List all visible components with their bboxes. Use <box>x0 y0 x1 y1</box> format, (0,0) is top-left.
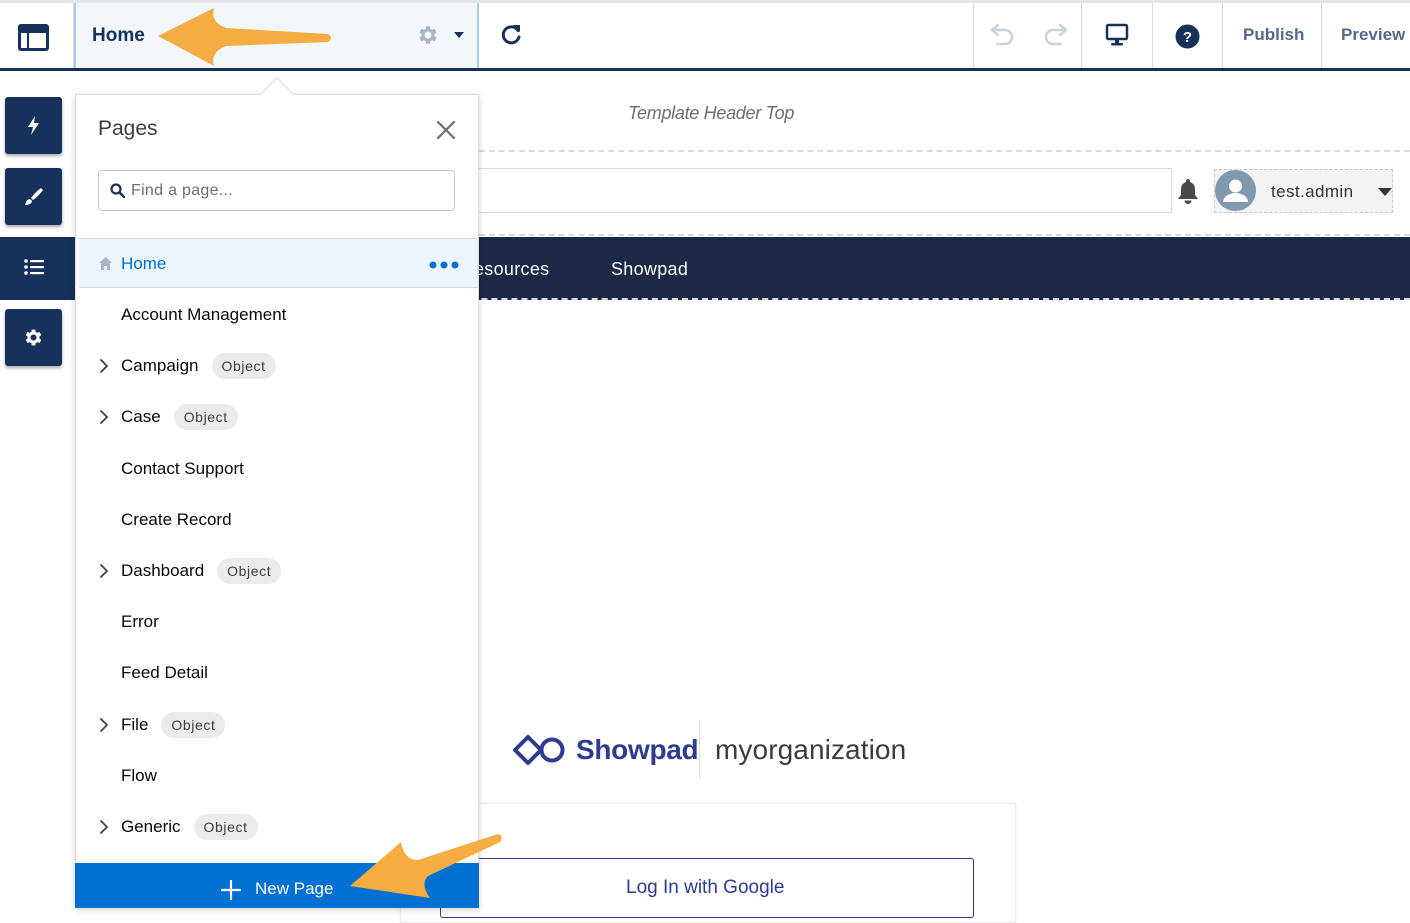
pages-panel-title: Pages <box>98 117 158 140</box>
chevron-right-icon[interactable] <box>99 410 109 424</box>
template-header-top-region[interactable] <box>479 75 1410 152</box>
toolbar-divider <box>1152 3 1153 68</box>
object-badge: Object <box>193 814 258 840</box>
page-label: Create Record <box>121 510 232 529</box>
settings-gear-icon <box>25 329 42 346</box>
desktop-device-icon[interactable] <box>1104 22 1130 48</box>
page-label: Case <box>121 407 161 426</box>
find-page-input[interactable] <box>131 178 441 204</box>
showpad-logo-icon <box>513 735 565 765</box>
toolbar-divider <box>1222 3 1223 68</box>
publish-button[interactable]: Publish <box>1243 25 1304 45</box>
rail-pages-button[interactable] <box>0 238 75 300</box>
page-switcher-button[interactable]: Home <box>74 3 479 68</box>
page-settings-gear-icon[interactable] <box>416 23 440 47</box>
search-icon <box>110 183 125 198</box>
chevron-right-icon[interactable] <box>99 564 109 578</box>
template-header-top-label: Template Header Top <box>628 103 795 123</box>
showpad-brand-name: Showpad <box>576 734 699 765</box>
undo-icon[interactable] <box>988 22 1016 48</box>
page-label: Dashboard <box>121 561 205 580</box>
page-label: Account Management <box>121 305 287 324</box>
paintbrush-icon <box>25 188 43 205</box>
plus-icon <box>221 880 241 900</box>
chevron-right-icon[interactable] <box>99 718 109 732</box>
brand-divider <box>699 720 700 779</box>
page-label: File <box>121 715 149 734</box>
rail-settings-button[interactable] <box>5 309 62 366</box>
page-switcher-caret-icon[interactable] <box>454 32 464 38</box>
page-label: Contact Support <box>121 459 244 478</box>
lightning-bolt-icon <box>28 116 39 135</box>
rail-theme-button[interactable] <box>5 168 62 225</box>
login-with-google-label: Log In with Google <box>626 877 785 898</box>
close-icon[interactable] <box>435 119 457 141</box>
chevron-right-icon[interactable] <box>99 820 109 834</box>
home-icon <box>99 257 112 270</box>
svg-text:?: ? <box>1183 29 1192 46</box>
page-label: Campaign <box>121 356 199 375</box>
user-avatar-icon[interactable] <box>1215 170 1256 211</box>
organization-name: myorganization <box>715 734 907 765</box>
toolbar-divider <box>973 3 974 68</box>
help-icon[interactable]: ? <box>1175 24 1200 49</box>
object-badge: Object <box>217 558 282 584</box>
canvas-search-input[interactable] <box>479 168 1172 213</box>
page-label-home: Home <box>121 254 167 273</box>
nav-item-showpad[interactable]: Showpad <box>611 259 688 280</box>
user-name[interactable]: test.admin <box>1271 182 1353 202</box>
toolbar-divider <box>1321 3 1322 68</box>
object-badge: Object <box>173 404 238 430</box>
chevron-right-icon[interactable] <box>99 359 109 373</box>
rail-components-button[interactable] <box>5 97 62 154</box>
object-badge: Object <box>211 353 276 379</box>
object-badge: Object <box>161 712 226 738</box>
current-page-label: Home <box>92 25 145 46</box>
redo-icon[interactable] <box>1042 22 1070 48</box>
toolbar-bottom-border <box>0 68 1410 71</box>
new-page-label: New Page <box>255 879 334 898</box>
nav-item-resources[interactable]: esources <box>474 259 549 280</box>
toolbar-divider <box>1081 3 1082 68</box>
pages-list-icon <box>24 259 44 275</box>
page-label: Error <box>121 612 159 631</box>
notification-bell-icon[interactable] <box>1175 177 1201 205</box>
page-label: Feed Detail <box>121 663 208 682</box>
preview-button[interactable]: Preview <box>1341 25 1405 45</box>
more-actions-icon[interactable] <box>429 261 459 269</box>
refresh-icon[interactable] <box>498 22 524 48</box>
page-label: Flow <box>121 766 157 785</box>
builder-logo-icon[interactable] <box>18 24 49 51</box>
user-menu-caret-icon[interactable] <box>1378 188 1392 196</box>
page-label: Generic <box>121 817 181 836</box>
